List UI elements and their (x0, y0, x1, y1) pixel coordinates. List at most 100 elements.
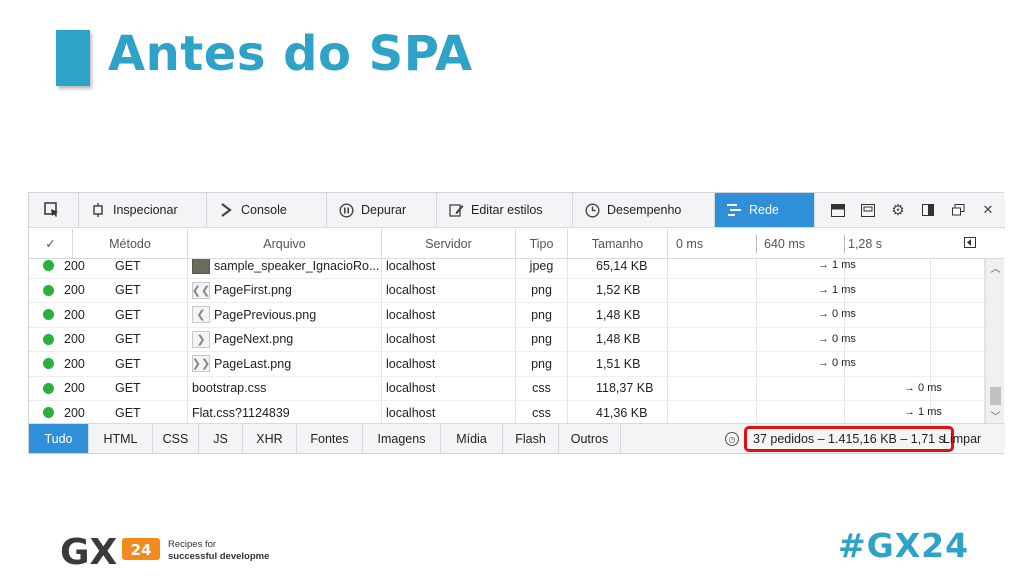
timeline-gridline (930, 327, 931, 351)
dock-side-icon[interactable] (919, 204, 937, 216)
timing-cell: → 0 ms (668, 327, 985, 351)
logo-mark: GX (60, 532, 118, 570)
type-cell: css (516, 401, 568, 423)
col-timeline[interactable]: 0 ms 640 ms 1,28 s (668, 229, 985, 258)
previous-arrow-icon: ❮ (192, 306, 210, 324)
col-server[interactable]: Servidor (382, 229, 516, 258)
table-row[interactable]: 200 GET ❮ PagePrevious.png localhost png 1,48 … (29, 303, 985, 328)
col-check[interactable]: ✓ (29, 229, 73, 258)
table-row[interactable]: 200 GET bootstrap.css localhost css 118,37 KB… (29, 376, 985, 401)
status-ok-icon (43, 260, 54, 272)
status-ok-icon (43, 309, 54, 321)
filter-xhr[interactable]: XHR (243, 424, 297, 453)
status-code: 200 (64, 356, 85, 371)
timeline-tick-1280: 1,28 s (848, 236, 883, 251)
timing-value: → 1 ms (818, 283, 856, 296)
tab-inspecionar[interactable]: Inspecionar (79, 193, 207, 227)
tab-label: Console (241, 203, 287, 217)
network-table-header: ✓ Método Arquivo Servidor Tipo Tamanho 0… (29, 229, 1005, 259)
timer-icon: ◷ (725, 432, 739, 446)
screenshot-icon[interactable] (859, 203, 877, 217)
timing-cell: → 1 ms (668, 278, 985, 302)
last-arrow-icon: ❯❯ (192, 355, 210, 373)
filter-css[interactable]: CSS (153, 424, 199, 453)
dock-bottom-icon[interactable] (829, 203, 847, 217)
file-cell: Flat.css?1124839 (188, 401, 382, 423)
server-cell: localhost (382, 401, 516, 423)
filter-html[interactable]: HTML (89, 424, 153, 453)
table-row[interactable]: 200 GET ❯❯ PageLast.png localhost png 1,51 KB →… (29, 352, 985, 377)
table-row[interactable]: 200 GET sample_speaker_IgnacioRo... localho… (29, 259, 985, 279)
type-cell: png (516, 278, 568, 302)
timing-cell: → 0 ms (668, 376, 985, 400)
filter-fontes[interactable]: Fontes (297, 424, 363, 453)
scroll-up-arrow-icon[interactable]: ︿ (986, 259, 1005, 275)
file-name: bootstrap.css (192, 381, 267, 396)
select-element-button[interactable] (29, 193, 79, 227)
clear-button[interactable]: Limpar (943, 424, 981, 454)
tab-label: Editar estilos (471, 203, 543, 217)
timeline-gridline (844, 376, 845, 400)
file-name: PageFirst.png (214, 283, 292, 298)
tab-console[interactable]: Console (207, 193, 327, 227)
status-code: 200 (64, 405, 85, 420)
size-cell: 1,48 KB (568, 327, 668, 351)
timing-cell: → 1 ms (668, 401, 985, 423)
server-cell: localhost (382, 327, 516, 351)
method-cell: GET (107, 376, 188, 400)
server-cell: localhost (382, 278, 516, 302)
vertical-scrollbar[interactable]: ︿ ﹀ (985, 259, 1004, 423)
filter-tudo[interactable]: Tudo (29, 424, 89, 453)
col-type[interactable]: Tipo (516, 229, 568, 258)
image-thumbnail-icon (192, 259, 210, 275)
size-cell: 1,51 KB (568, 352, 668, 376)
file-name: Flat.css?1124839 (192, 405, 290, 420)
type-cell: png (516, 327, 568, 351)
status-code: 200 (64, 283, 85, 298)
size-cell: 1,48 KB (568, 303, 668, 327)
filter-imagens[interactable]: Imagens (363, 424, 441, 453)
timing-cell: → 0 ms (668, 303, 985, 327)
gear-icon[interactable]: ⚙ (889, 201, 907, 219)
tab-editar-estilos[interactable]: Editar estilos (437, 193, 573, 227)
file-cell: ❮❮ PageFirst.png (188, 278, 382, 302)
timing-value: → 1 ms (818, 259, 856, 271)
timing-value: → 0 ms (818, 357, 856, 369)
table-row[interactable]: 200 GET ❯ PageNext.png localhost png 1,48 KB → … (29, 327, 985, 352)
tab-depurar[interactable]: Depurar (327, 193, 437, 227)
type-cell: png (516, 303, 568, 327)
file-name: sample_speaker_IgnacioRo... (214, 259, 380, 273)
filter-outros[interactable]: Outros (559, 424, 621, 453)
timeline-gridline (930, 278, 931, 302)
undock-icon[interactable] (949, 204, 967, 216)
status-ok-icon (43, 407, 54, 419)
server-cell: localhost (382, 303, 516, 327)
close-icon[interactable]: ✕ (979, 202, 997, 218)
timeline-gridline (756, 259, 757, 278)
timeline-gridline (930, 259, 931, 278)
status-cell: 200 (29, 401, 107, 423)
scrollbar-thumb[interactable] (990, 387, 1001, 405)
toolbar-icons: ⚙ ✕ (815, 193, 1005, 227)
col-method[interactable]: Método (73, 229, 188, 258)
expand-timeline-icon[interactable] (964, 237, 976, 251)
filter-flash[interactable]: Flash (503, 424, 559, 453)
scroll-down-arrow-icon[interactable]: ﹀ (986, 407, 1005, 423)
status-cell: 200 (29, 328, 107, 352)
tab-desempenho[interactable]: Desempenho (573, 193, 715, 227)
table-row[interactable]: 200 GET Flat.css?1124839 localhost css 41,36 … (29, 401, 985, 423)
clock-icon (581, 202, 603, 218)
table-row[interactable]: 200 GET ❮❮ PageFirst.png localhost png 1,52 KB… (29, 278, 985, 303)
server-cell: localhost (382, 259, 516, 278)
size-cell: 1,52 KB (568, 278, 668, 302)
pause-icon (335, 202, 357, 218)
timeline-gridline (756, 401, 757, 423)
timeline-gridline (756, 327, 757, 351)
filter-js[interactable]: JS (199, 424, 243, 453)
tab-rede[interactable]: Rede (715, 193, 815, 227)
slide-title: Antes do SPA (108, 26, 473, 82)
filter-midia[interactable]: Mídia (441, 424, 503, 453)
col-size[interactable]: Tamanho (568, 229, 668, 258)
col-file[interactable]: Arquivo (188, 229, 382, 258)
timing-value: → 1 ms (904, 406, 942, 418)
